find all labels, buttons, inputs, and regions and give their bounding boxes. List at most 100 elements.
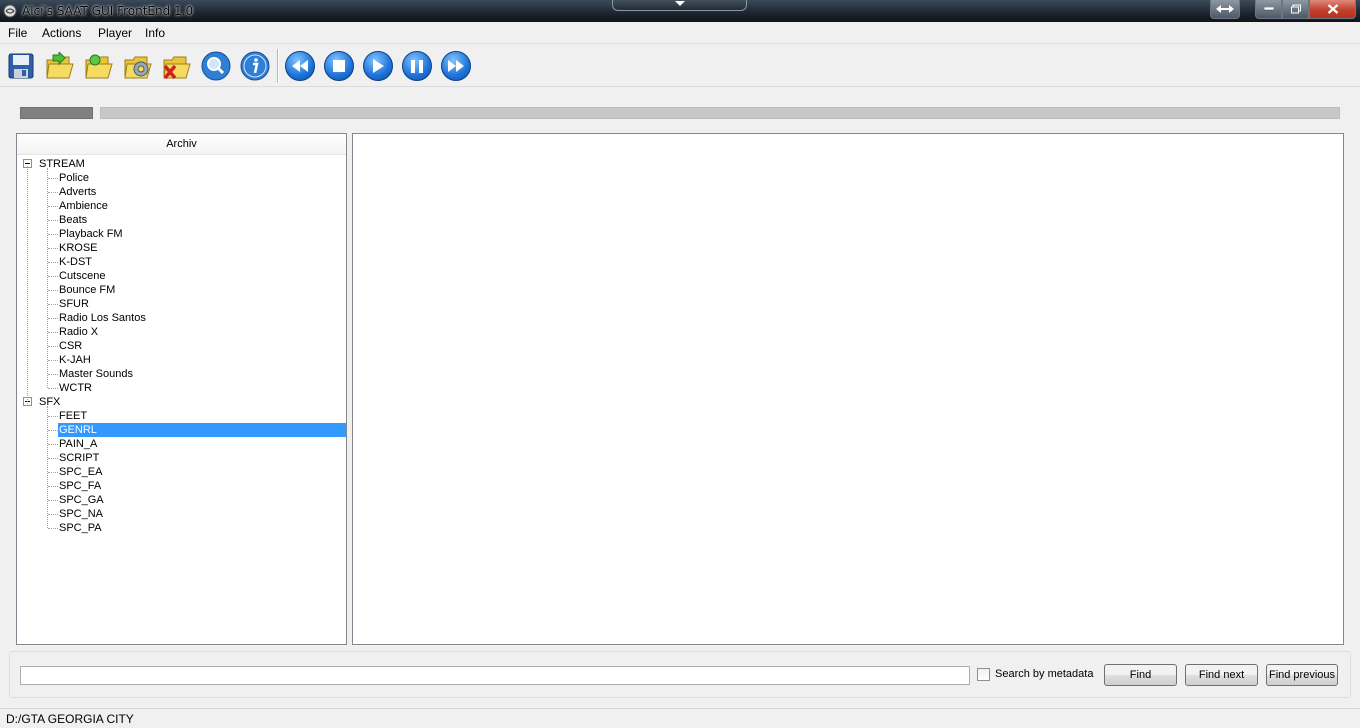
tree-group[interactable]: STREAM: [38, 157, 86, 171]
tree-branch-line: [48, 304, 58, 305]
tree-branch-line: [48, 290, 58, 291]
tree-item[interactable]: SCRIPT: [58, 451, 100, 465]
open-folder-button[interactable]: [82, 50, 116, 82]
tree-branch-line: [48, 500, 58, 501]
settings-button[interactable]: [121, 50, 155, 82]
tree-item[interactable]: CSR: [58, 339, 83, 353]
status-bar: D:/GTA GEORGIA CITY: [0, 708, 1360, 728]
tree-branch-line: [48, 206, 58, 207]
menu-info[interactable]: Info: [145, 26, 165, 40]
tree-branch-line: [48, 346, 58, 347]
close-archive-button[interactable]: [160, 50, 194, 82]
find-button[interactable]: Find: [1104, 664, 1177, 686]
tree-branch-line: [48, 514, 58, 515]
rewind-button[interactable]: [283, 50, 317, 82]
play-icon: [373, 59, 384, 73]
tree-item[interactable]: SPC_FA: [58, 479, 102, 493]
stop-icon: [333, 60, 345, 72]
pause-icon: [411, 59, 423, 73]
tree-branch-line: [48, 444, 58, 445]
stop-button[interactable]: [322, 50, 356, 82]
save-button[interactable]: [4, 50, 38, 82]
chevron-down-icon: [675, 1, 685, 6]
tree-item[interactable]: GENRL: [58, 423, 346, 437]
search-metadata-checkbox[interactable]: [977, 668, 990, 681]
open-button[interactable]: [43, 50, 77, 82]
tree-item[interactable]: FEET: [58, 409, 88, 423]
tree-item[interactable]: Radio X: [58, 325, 99, 339]
tree-item[interactable]: Adverts: [58, 185, 97, 199]
tree-branch-line: [48, 234, 58, 235]
tree-branch-line: [48, 276, 58, 277]
tree-item[interactable]: Radio Los Santos: [58, 311, 147, 325]
pause-button[interactable]: [400, 50, 434, 82]
content-list[interactable]: [352, 133, 1344, 645]
menu-player[interactable]: Player: [98, 26, 132, 40]
seek-slider-handle[interactable]: [20, 107, 93, 119]
tree-item[interactable]: SPC_PA: [58, 521, 103, 535]
tree-item[interactable]: K-DST: [58, 255, 93, 269]
tree-branch-line: [48, 332, 58, 333]
tree-guide-line: [47, 406, 48, 528]
tree-item[interactable]: Police: [58, 171, 90, 185]
fast-forward-button[interactable]: [439, 50, 473, 82]
tree-branch-line: [48, 248, 58, 249]
find-next-button[interactable]: Find next: [1185, 664, 1258, 686]
maximize-button[interactable]: [1282, 0, 1309, 19]
tree-item[interactable]: Ambience: [58, 199, 109, 213]
toolbar: [0, 45, 1360, 87]
tree-root-line: [27, 166, 28, 404]
open-folder-icon: [46, 52, 74, 79]
minimize-button[interactable]: [1255, 0, 1282, 19]
tree-item[interactable]: SFUR: [58, 297, 90, 311]
tree-item[interactable]: PAIN_A: [58, 437, 98, 451]
search-icon: [201, 51, 231, 81]
restore-icon: [1290, 4, 1301, 14]
seek-slider-track[interactable]: [100, 107, 1340, 119]
folder-close-icon: [163, 56, 191, 80]
find-previous-button[interactable]: Find previous: [1266, 664, 1338, 686]
tree-item[interactable]: Master Sounds: [58, 367, 134, 381]
search-metadata-label[interactable]: Search by metadata: [995, 668, 1093, 680]
tree-branch-line: [48, 430, 58, 431]
tree-item[interactable]: SPC_EA: [58, 465, 103, 479]
tree-item[interactable]: SPC_GA: [58, 493, 105, 507]
tree-branch-line: [48, 486, 58, 487]
resize-button[interactable]: [1210, 0, 1240, 19]
resize-arrows-icon: [1216, 5, 1234, 13]
window-handle[interactable]: [612, 0, 747, 11]
tree-branch-line: [48, 374, 58, 375]
tree-item[interactable]: Beats: [58, 213, 88, 227]
tree-branch-line: [48, 262, 58, 263]
tree-header[interactable]: Archiv: [17, 134, 346, 155]
open-folder-green-icon: [85, 54, 113, 79]
tree-item[interactable]: Bounce FM: [58, 283, 116, 297]
info-button[interactable]: [238, 50, 272, 82]
tree-branch-line: [48, 416, 58, 417]
search-button[interactable]: [199, 50, 233, 82]
app-icon: [3, 4, 17, 18]
tree-branch-line: [48, 528, 58, 529]
toolbar-separator: [277, 49, 279, 83]
tree-branch-line: [48, 192, 58, 193]
minimize-icon: [1263, 7, 1274, 11]
tree-item[interactable]: Playback FM: [58, 227, 124, 241]
tree-branch-line: [48, 220, 58, 221]
close-icon: [1327, 4, 1338, 14]
window-title: Alci's SAAT GUI FrontEnd 1.0: [22, 4, 194, 18]
close-button[interactable]: [1309, 0, 1356, 19]
tree-item[interactable]: K-JAH: [58, 353, 92, 367]
tree-item[interactable]: SPC_NA: [58, 507, 104, 521]
play-button[interactable]: [361, 50, 395, 82]
search-input[interactable]: [20, 666, 970, 685]
tree-group[interactable]: SFX: [38, 395, 61, 409]
tree-item[interactable]: Cutscene: [58, 269, 106, 283]
tree-item[interactable]: KROSE: [58, 241, 99, 255]
menu-actions[interactable]: Actions: [42, 26, 81, 40]
info-icon: [240, 51, 270, 81]
tree-item[interactable]: WCTR: [58, 381, 93, 395]
rewind-icon: [292, 60, 308, 72]
menu-file[interactable]: File: [8, 26, 27, 40]
tree-branch-line: [48, 458, 58, 459]
save-icon: [8, 53, 34, 79]
